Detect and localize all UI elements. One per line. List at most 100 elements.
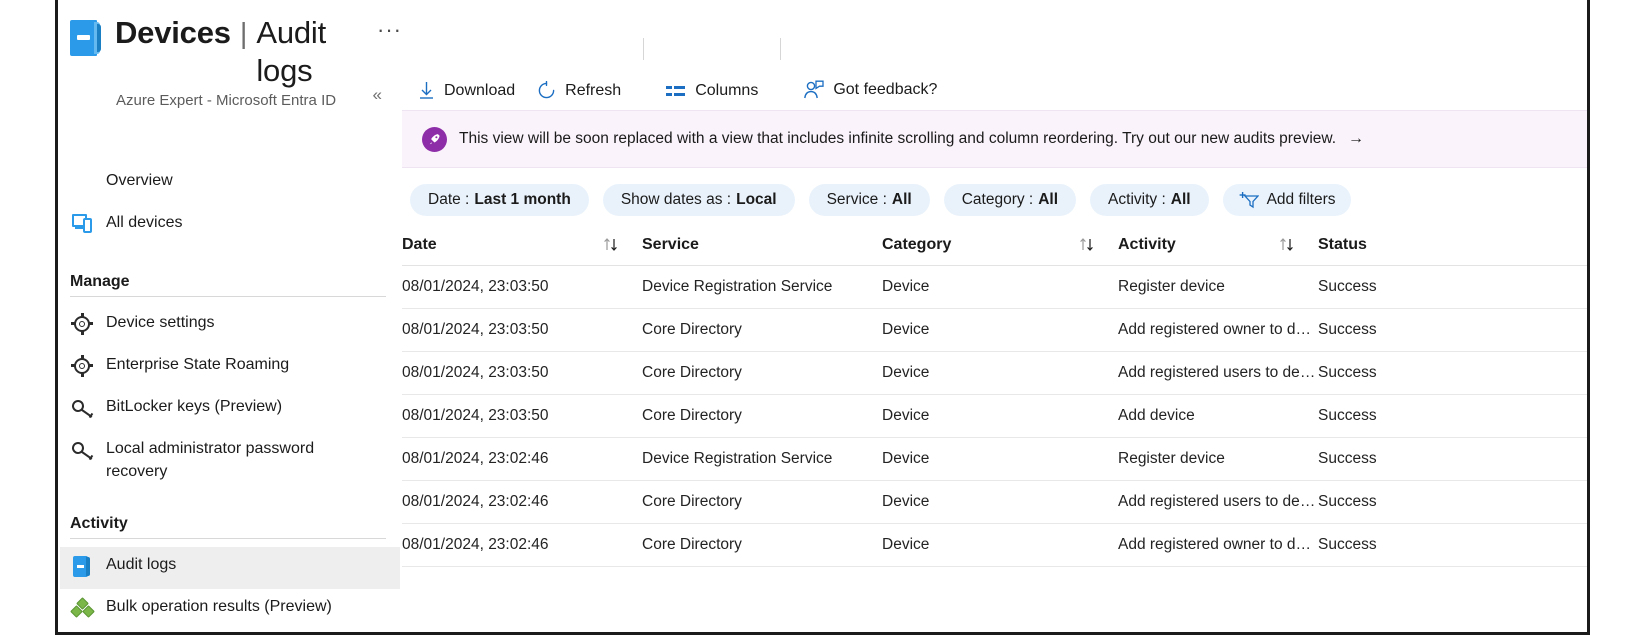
columns-button[interactable]: Columns [666,82,758,100]
left-nav-panel: Devices | Audit logs ··· Azure Expert - … [58,0,402,632]
sidebar-item-enterprise-state-roaming[interactable]: Enterprise State Roaming [60,347,400,389]
cell-activity: Add device [1118,394,1318,438]
refresh-button[interactable]: Refresh [537,81,621,100]
blade-header: Devices | Audit logs ··· Azure Expert - … [58,0,402,109]
filter-value: All [1038,191,1059,208]
feedback-person-icon [803,80,824,100]
cell-category: Device [882,351,1118,395]
filter-value: Last 1 month [474,191,571,208]
key-icon [70,438,96,462]
column-header-activity[interactable]: Activity [1118,230,1318,266]
download-icon [418,81,435,100]
column-label: Category [882,236,952,253]
table-header-row: Date Service Category Activity Status [402,230,1587,266]
cell-status: Success [1318,351,1587,395]
sort-arrows-icon[interactable] [1078,237,1100,253]
sort-arrows-icon[interactable] [602,237,624,253]
gear-icon [71,354,96,378]
book-icon [70,20,103,56]
book-icon [72,554,96,578]
table-row[interactable]: 08/01/2024, 23:02:46 Core Directory Devi… [402,480,1587,524]
cell-status: Success [1318,265,1587,309]
cell-activity: Add registered users to dev… [1118,480,1318,524]
sidebar-item-bitlocker-keys[interactable]: BitLocker keys (Preview) [60,389,400,431]
nav-group-title-activity: Activity [70,515,128,532]
cell-date: 08/01/2024, 23:03:50 [402,394,642,438]
column-header-service[interactable]: Service [642,230,882,266]
cell-activity: Add registered owner to de… [1118,523,1318,567]
sidebar-item-label: Device settings [106,314,215,331]
filter-chip-category[interactable]: Category : All [943,184,1077,216]
filter-chip-date[interactable]: Date : Last 1 month [410,184,589,216]
sidebar-item-all-devices[interactable]: All devices [60,205,400,247]
refresh-label: Refresh [565,81,622,99]
download-button[interactable]: Download [418,81,515,100]
sidebar-item-overview[interactable]: Overview [60,163,400,205]
columns-label: Columns [695,82,759,99]
sidebar-item-local-admin-password-recovery[interactable]: Local administrator password recovery [60,431,400,489]
cell-service: Device Registration Service [642,437,882,481]
column-header-status[interactable]: Status [1318,230,1587,266]
add-filter-icon [1239,191,1259,209]
table-row[interactable]: 08/01/2024, 23:03:50 Core Directory Devi… [402,308,1587,352]
sidebar-item-audit-logs[interactable]: Audit logs [60,547,400,589]
cell-date: 08/01/2024, 23:03:50 [402,308,642,352]
add-filters-label: Add filters [1266,191,1336,208]
column-header-category[interactable]: Category [882,230,1118,266]
got-feedback-button[interactable]: Got feedback? [803,80,937,100]
filter-value: Local [736,191,777,208]
download-label: Download [444,81,516,99]
sidebar-item-bulk-operation-results[interactable]: Bulk operation results (Preview) [60,589,400,631]
info-icon [72,170,96,194]
table-row[interactable]: 08/01/2024, 23:03:50 Core Directory Devi… [402,351,1587,395]
banner-text: This view will be soon replaced with a v… [459,130,1337,147]
cell-service: Device Registration Service [642,265,882,309]
toolbar-divider [780,37,782,60]
filter-label: Category : [961,191,1034,208]
preview-banner: This view will be soon replaced with a v… [402,110,1587,168]
table-row[interactable]: 08/01/2024, 23:02:46 Core Directory Devi… [402,523,1587,567]
cell-activity: Register device [1118,265,1318,309]
cell-date: 08/01/2024, 23:02:46 [402,523,642,567]
more-options-button[interactable]: ··· [377,11,402,49]
banner-arrow-icon[interactable]: → [1348,130,1364,148]
audit-logs-blade: Devices | Audit logs ··· Azure Expert - … [55,0,1590,635]
cell-status: Success [1318,480,1587,524]
filter-label: Show dates as : [620,191,732,208]
audit-logs-table: Date Service Category Activity Status 08… [402,230,1587,567]
key-icon [70,396,96,420]
page-subtitle-title: Audit logs [256,15,327,88]
table-row[interactable]: 08/01/2024, 23:02:46 Device Registration… [402,437,1587,481]
table-row[interactable]: 08/01/2024, 23:03:50 Core Directory Devi… [402,394,1587,438]
sort-arrows-icon[interactable] [1278,237,1300,253]
table-row[interactable]: 08/01/2024, 23:03:50 Device Registration… [402,265,1587,309]
filter-label: Activity : [1108,191,1166,208]
cell-category: Device [882,437,1118,481]
content-panel: Download Refresh Columns Got feedback? T… [402,0,1587,632]
column-header-date[interactable]: Date [402,230,642,266]
rocket-icon [422,126,447,152]
cell-category: Device [882,308,1118,352]
filter-chip-bar: Date : Last 1 month Show dates as : Loca… [402,168,1587,216]
cell-category: Device [882,480,1118,524]
filter-chip-service[interactable]: Service : All [808,184,930,216]
add-filters-button[interactable]: Add filters [1222,184,1352,216]
collapse-nav-icon[interactable]: « [373,85,382,105]
cell-date: 08/01/2024, 23:02:46 [402,437,642,481]
toolbar-divider [643,37,645,60]
sidebar-item-label: Audit logs [106,556,177,573]
filter-chip-show-dates-as[interactable]: Show dates as : Local [602,184,795,216]
cell-category: Device [882,265,1118,309]
nav-group-divider [70,538,386,539]
cell-status: Success [1318,437,1587,481]
sidebar-item-label: Local administrator password recovery [106,440,315,480]
filter-chip-activity[interactable]: Activity : All [1090,184,1209,216]
sidebar-item-device-settings[interactable]: Device settings [60,305,400,347]
nav-group-title-manage: Manage [70,273,130,290]
cell-activity: Add registered users to dev… [1118,351,1318,395]
cell-service: Core Directory [642,308,882,352]
sidebar-item-label: Bulk operation results (Preview) [106,598,332,615]
cell-activity: Add registered owner to de… [1118,308,1318,352]
cell-date: 08/01/2024, 23:03:50 [402,265,642,309]
screenshot-root: Devices | Audit logs ··· Azure Expert - … [0,0,1650,635]
